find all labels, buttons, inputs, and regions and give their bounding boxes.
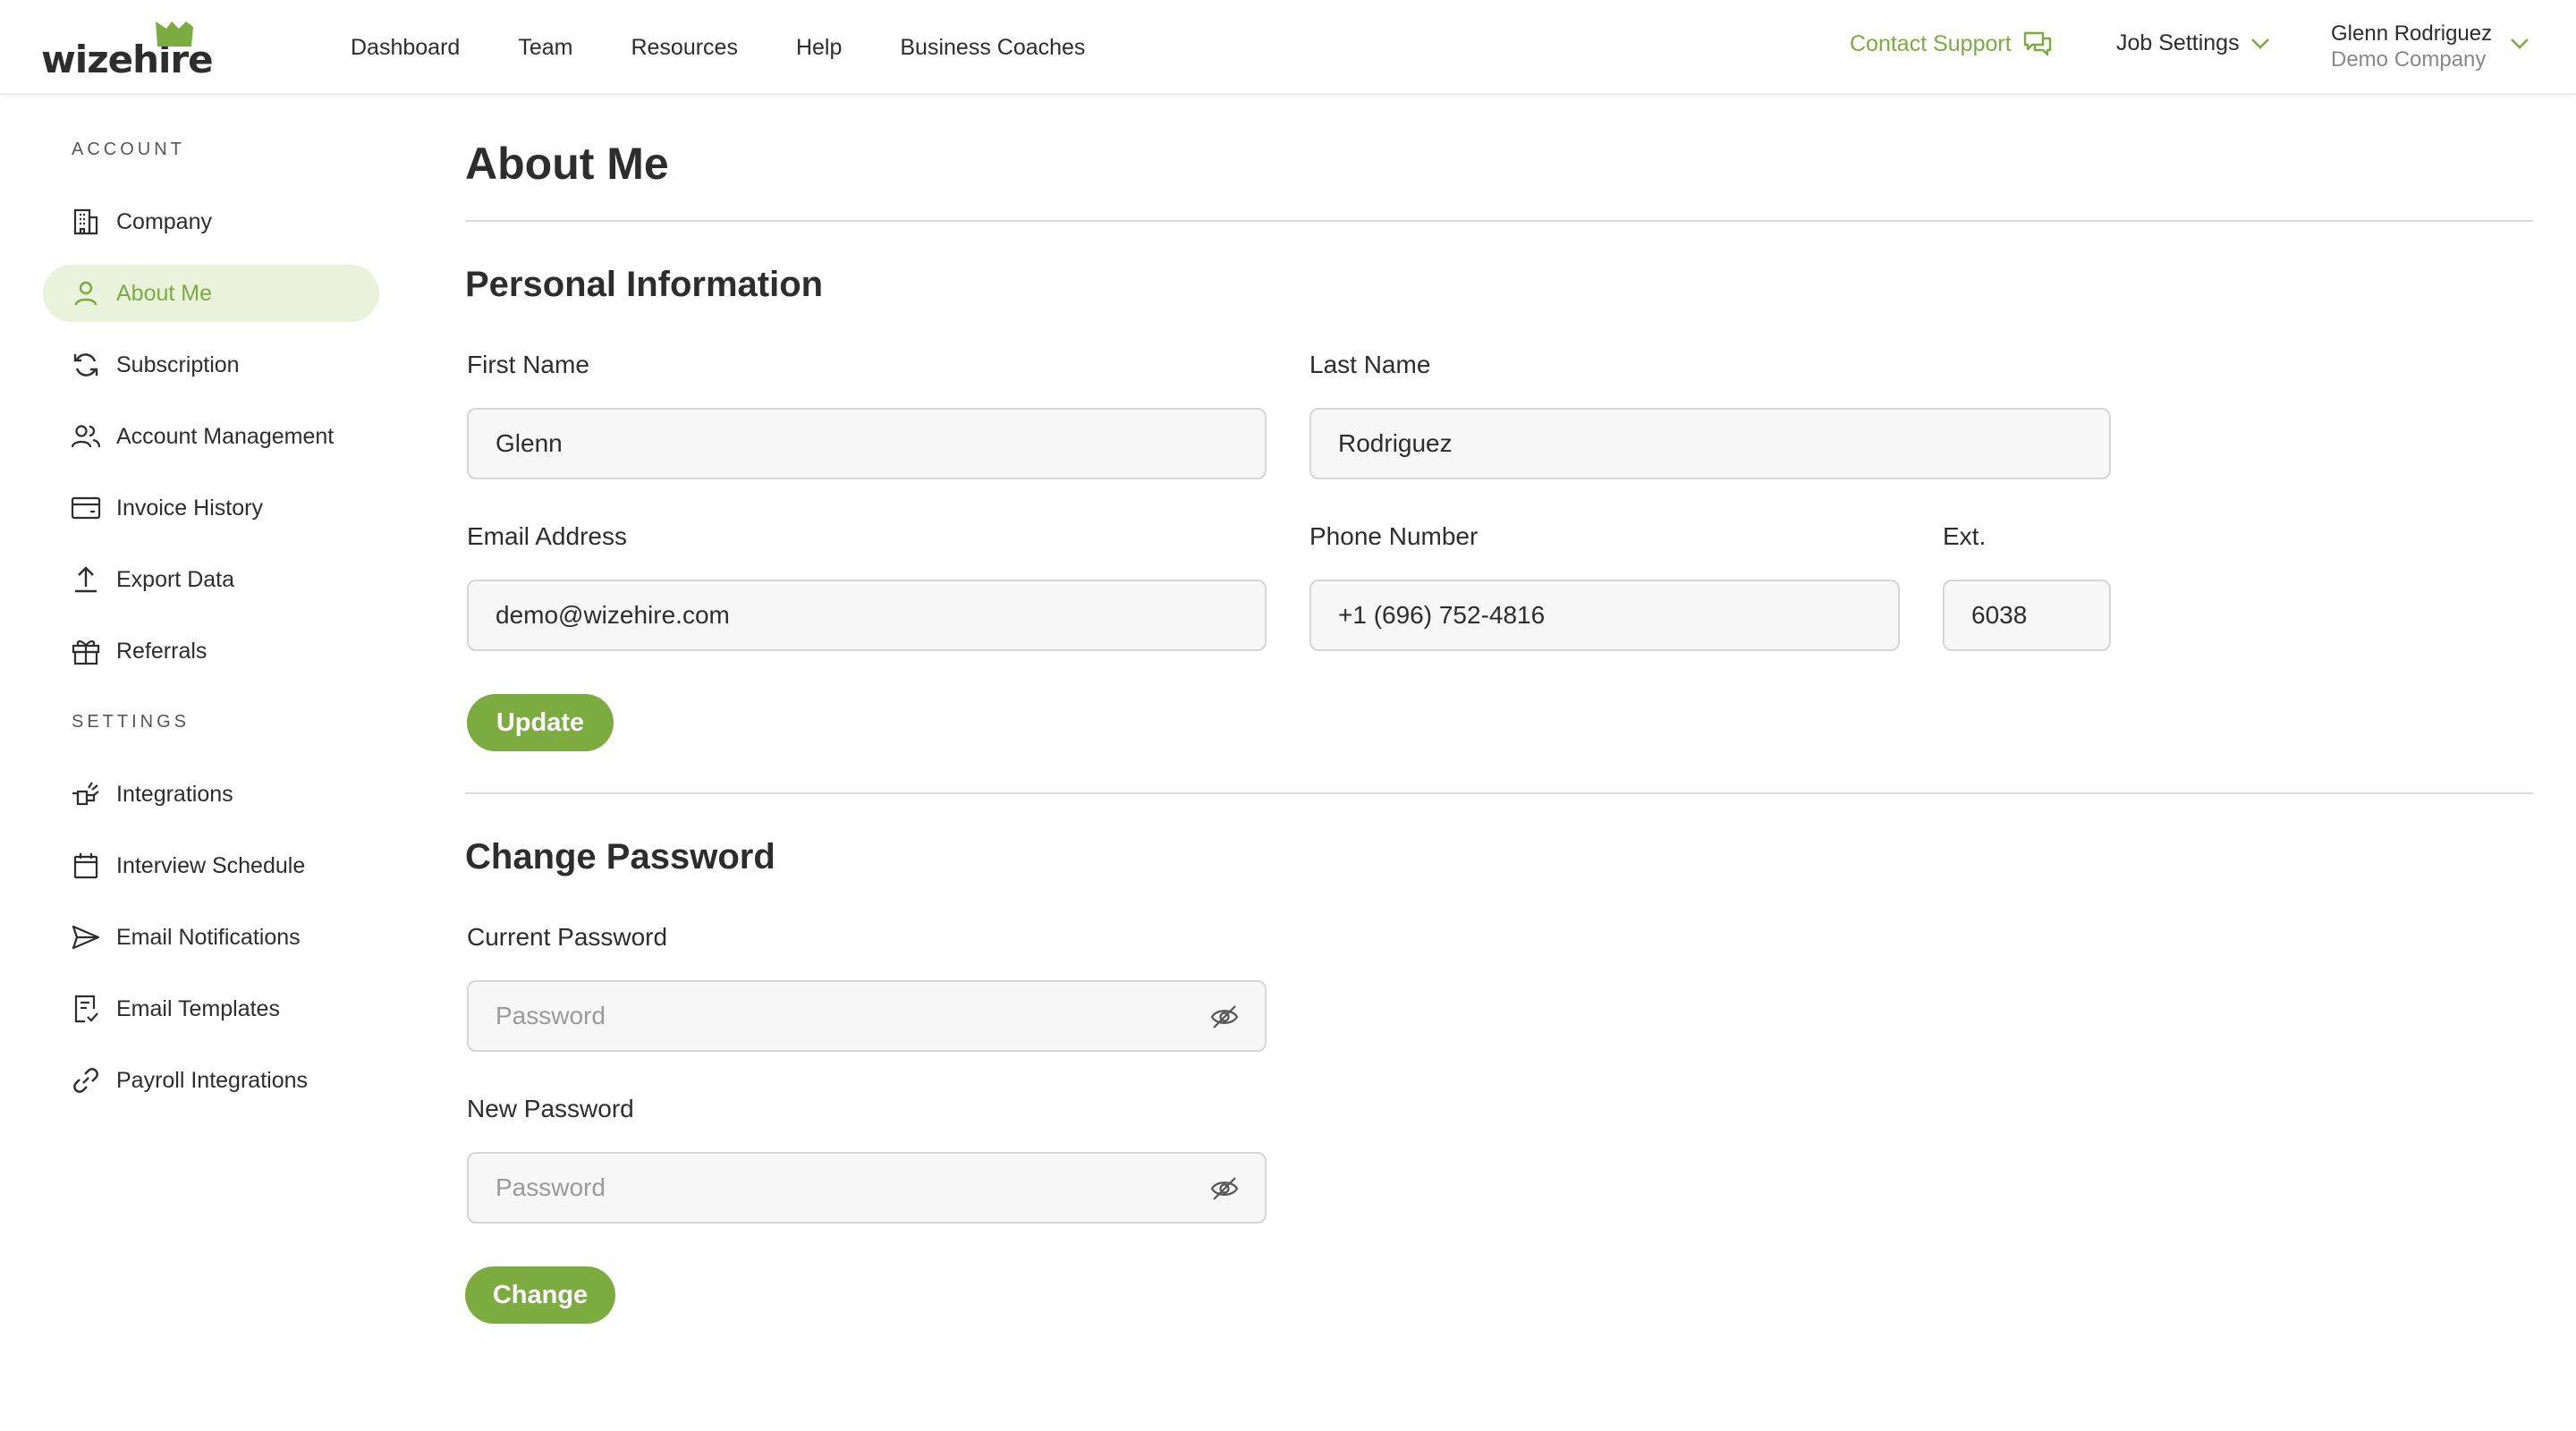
last-name-input[interactable]	[1338, 429, 2109, 458]
sidebar-item-payroll-integrations[interactable]: Payroll Integrations	[43, 1052, 379, 1109]
upload-icon	[70, 563, 102, 596]
sidebar-item-label: About Me	[116, 280, 213, 306]
user-name: Glenn Rodriguez	[2331, 21, 2493, 46]
new-password-field[interactable]	[467, 1152, 1267, 1224]
sidebar-item-subscription[interactable]: Subscription	[43, 336, 379, 394]
change-password-heading: Change Password	[465, 837, 775, 876]
user-company: Demo Company	[2331, 47, 2487, 72]
user-menu[interactable]: Glenn Rodriguez Demo Company	[2331, 20, 2529, 72]
sidebar-item-label: Email Notifications	[116, 924, 301, 950]
new-password-label: New Password	[467, 1095, 634, 1122]
nav-business-coaches[interactable]: Business Coaches	[900, 35, 1085, 61]
title-divider	[465, 220, 2533, 222]
eye-off-icon[interactable]	[1209, 1175, 1240, 1202]
page-title: About Me	[465, 139, 669, 189]
nav-dashboard[interactable]: Dashboard	[351, 35, 460, 61]
building-icon	[70, 206, 102, 238]
sidebar-item-label: Export Data	[116, 566, 235, 592]
sidebar-section-account: ACCOUNT	[72, 140, 185, 159]
contact-support-label: Contact Support	[1850, 30, 2012, 56]
users-icon	[70, 420, 102, 453]
sidebar-item-label: Referrals	[116, 638, 208, 664]
first-name-input[interactable]	[496, 429, 1265, 458]
personal-information-heading: Personal Information	[465, 265, 824, 304]
current-password-label: Current Password	[467, 923, 668, 951]
sidebar-item-account-management[interactable]: Account Management	[43, 408, 379, 465]
sidebar-item-invoice-history[interactable]: Invoice History	[43, 479, 379, 537]
ext-label: Ext.	[1943, 522, 1987, 550]
chevron-down-icon	[2511, 38, 2529, 49]
job-settings-label: Job Settings	[2116, 30, 2240, 55]
last-name-field[interactable]	[1309, 408, 2111, 479]
first-name-label: First Name	[467, 351, 589, 378]
sidebar-item-label: Email Templates	[116, 995, 280, 1021]
nav-resources[interactable]: Resources	[631, 35, 738, 61]
ext-field[interactable]	[1943, 580, 2111, 651]
sidebar-item-label: Company	[116, 208, 212, 234]
plug-icon	[70, 778, 102, 810]
credit-card-icon	[70, 492, 102, 524]
refresh-icon	[70, 349, 102, 381]
chat-bubbles-icon	[2023, 31, 2051, 56]
document-check-icon	[70, 993, 102, 1025]
sidebar-item-email-templates[interactable]: Email Templates	[43, 980, 379, 1037]
sidebar-item-referrals[interactable]: Referrals	[43, 622, 379, 680]
phone-number-field[interactable]	[1309, 580, 1900, 651]
sidebar: ACCOUNT Company About Me Subscription Ac…	[0, 95, 411, 1431]
update-button[interactable]: Update	[467, 694, 614, 751]
sidebar-item-company[interactable]: Company	[43, 193, 379, 250]
current-password-input[interactable]	[496, 1002, 1265, 1030]
sidebar-item-email-notifications[interactable]: Email Notifications	[43, 909, 379, 966]
first-name-field[interactable]	[467, 408, 1267, 479]
link-icon	[70, 1064, 102, 1097]
new-password-input[interactable]	[496, 1173, 1265, 1202]
sidebar-item-label: Invoice History	[116, 495, 263, 521]
sidebar-section-settings: SETTINGS	[72, 712, 191, 732]
sidebar-item-label: Subscription	[116, 351, 240, 377]
nav-team[interactable]: Team	[518, 35, 572, 61]
gift-icon	[70, 635, 102, 667]
phone-number-label: Phone Number	[1309, 522, 1479, 550]
user-icon	[70, 277, 102, 309]
ext-input[interactable]	[1971, 601, 2109, 630]
send-icon	[70, 921, 102, 953]
last-name-label: Last Name	[1309, 351, 1431, 378]
top-navigation-bar: wizehire Dashboard Team Resources Help B…	[0, 0, 2576, 95]
job-settings-dropdown[interactable]: Job Settings	[2116, 30, 2270, 56]
logo-leaf-icon	[156, 21, 193, 47]
email-address-label: Email Address	[467, 522, 627, 550]
email-address-field[interactable]	[467, 580, 1267, 651]
sidebar-item-label: Interview Schedule	[116, 852, 306, 878]
sidebar-item-label: Payroll Integrations	[116, 1067, 309, 1093]
phone-number-input[interactable]	[1338, 601, 1898, 630]
section-divider	[465, 792, 2533, 794]
eye-off-icon[interactable]	[1209, 1003, 1240, 1030]
sidebar-item-interview-schedule[interactable]: Interview Schedule	[43, 837, 379, 894]
sidebar-item-label: Integrations	[116, 781, 233, 807]
current-password-field[interactable]	[467, 980, 1267, 1052]
sidebar-item-integrations[interactable]: Integrations	[43, 766, 379, 823]
contact-support-link[interactable]: Contact Support	[1850, 30, 2053, 57]
email-address-input[interactable]	[496, 601, 1265, 630]
sidebar-item-label: Account Management	[116, 423, 335, 449]
sidebar-item-about-me[interactable]: About Me	[43, 265, 379, 322]
sidebar-item-export-data[interactable]: Export Data	[43, 551, 379, 608]
calendar-icon	[70, 850, 102, 882]
nav-help[interactable]: Help	[796, 35, 842, 61]
main-nav: Dashboard Team Resources Help Business C…	[351, 0, 1143, 95]
chevron-down-icon	[2250, 38, 2269, 49]
change-password-button[interactable]: Change	[465, 1266, 615, 1324]
